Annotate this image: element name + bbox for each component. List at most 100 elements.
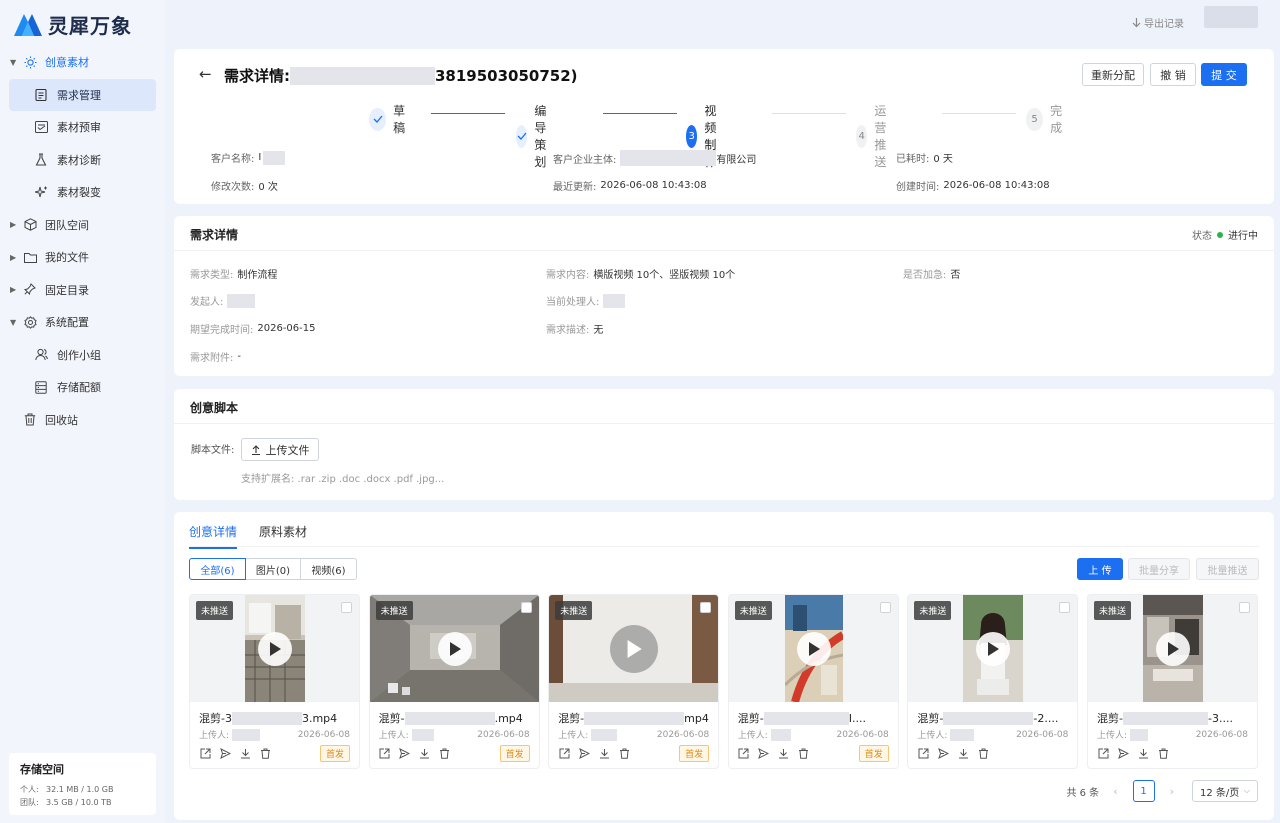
share-out-icon[interactable]: [738, 747, 750, 759]
sidebar-item-3[interactable]: 素材诊断: [0, 144, 165, 177]
sidebar-item-11[interactable]: 回收站: [0, 404, 165, 437]
video-thumbnail[interactable]: 未推送: [190, 595, 359, 702]
users-icon: [34, 348, 48, 362]
video-filename[interactable]: 混剪-3 3.mp4: [199, 710, 337, 726]
video-thumbnail[interactable]: 未推送: [549, 595, 719, 702]
redacted-block: [290, 66, 435, 85]
share-out-icon[interactable]: [199, 747, 211, 759]
sidebar-item-5[interactable]: ▶ 团队空间: [0, 209, 165, 242]
video-filename[interactable]: 混剪-mp4: [558, 710, 709, 726]
share-out-icon[interactable]: [379, 747, 391, 759]
send-icon[interactable]: [758, 747, 770, 759]
share-out-icon[interactable]: [558, 747, 570, 759]
sidebar-item-10[interactable]: 存储配额: [0, 371, 165, 404]
filter-videos[interactable]: 视频(6): [300, 558, 357, 580]
play-icon[interactable]: [610, 625, 659, 673]
video-thumbnail[interactable]: 未推送: [1088, 595, 1257, 702]
storage-team-label: 团队:: [20, 798, 39, 807]
video-card[interactable]: 未推送混剪- -2.... 上传人: 2026-06-08: [907, 594, 1079, 769]
prev-page-icon[interactable]: ‹: [1113, 785, 1117, 798]
video-filename[interactable]: 混剪- -2....: [917, 710, 1058, 726]
download-icon[interactable]: [419, 747, 431, 759]
sidebar-item-0[interactable]: ▼ 创意素材: [0, 46, 165, 79]
step-connector: [603, 113, 677, 114]
video-card[interactable]: 未推送 混剪-mp4 上传人: 2026-06-08 首发: [548, 594, 720, 769]
download-icon[interactable]: [778, 747, 790, 759]
download-icon[interactable]: [239, 747, 251, 759]
delete-icon[interactable]: [618, 747, 630, 759]
select-checkbox[interactable]: [1059, 602, 1071, 613]
select-checkbox[interactable]: [879, 602, 891, 613]
first-release-badge: 首发: [319, 745, 350, 762]
submit-button[interactable]: 提 交: [1201, 63, 1247, 86]
delete-icon[interactable]: [259, 747, 271, 759]
sidebar-item-7[interactable]: ▶ 固定目录: [0, 274, 165, 307]
sidebar-item-1[interactable]: 需求管理: [9, 78, 156, 111]
select-checkbox[interactable]: [520, 602, 532, 613]
download-icon[interactable]: [598, 747, 610, 759]
delete-icon[interactable]: [798, 747, 810, 759]
select-checkbox[interactable]: [341, 602, 352, 613]
page-size-select[interactable]: 12 条/页 ⌵: [1192, 780, 1258, 802]
sidebar-item-4[interactable]: 素材裂变: [0, 176, 165, 209]
batch-share-button[interactable]: 批量分享: [1128, 558, 1190, 580]
total-count: 共 6 条: [1066, 787, 1100, 799]
video-filename[interactable]: 混剪- I....: [738, 710, 866, 726]
share-out-icon[interactable]: [1097, 747, 1109, 759]
download-icon[interactable]: [957, 747, 969, 759]
play-icon[interactable]: [796, 632, 831, 666]
step-ops-push: 4 运营推送: [856, 102, 898, 170]
video-card[interactable]: 未推送 混剪- -3.... 上传人: 2026-06-08: [1087, 594, 1258, 769]
send-icon[interactable]: [1117, 747, 1129, 759]
user-avatar[interactable]: [1204, 6, 1258, 28]
play-icon[interactable]: [1156, 632, 1190, 666]
send-icon[interactable]: [399, 747, 411, 759]
video-card[interactable]: 未推送 混剪- .mp4 上传人: 2026-06-08 首发: [368, 594, 540, 769]
delete-icon[interactable]: [1157, 747, 1169, 759]
upload-file-button[interactable]: 上传文件: [241, 438, 319, 461]
video-thumbnail[interactable]: 未推送: [369, 595, 539, 702]
delete-icon[interactable]: [439, 747, 451, 759]
video-thumbnail[interactable]: 未推送: [728, 595, 898, 702]
next-page-icon[interactable]: ›: [1170, 785, 1174, 798]
reassign-button[interactable]: 重新分配: [1082, 63, 1144, 86]
select-checkbox[interactable]: [1239, 602, 1250, 613]
page-1-button[interactable]: 1: [1132, 780, 1155, 802]
app-logo[interactable]: 灵犀万象: [14, 10, 132, 39]
filter-all[interactable]: 全部(6): [189, 558, 246, 580]
share-out-icon[interactable]: [917, 747, 929, 759]
video-card[interactable]: 未推送 混剪- I.... 上传人: 2026-06-08 首发: [727, 594, 899, 769]
status-dot-icon: [1217, 231, 1223, 238]
play-icon[interactable]: [258, 632, 292, 666]
send-icon[interactable]: [219, 747, 231, 759]
batch-push-button[interactable]: 批量推送: [1196, 558, 1259, 580]
video-thumbnail[interactable]: 未推送: [908, 595, 1078, 702]
upload-button[interactable]: 上 传: [1077, 558, 1123, 580]
video-card[interactable]: 未推送 混剪-3 3.mp4 上传人: 2026-06-08 首发: [189, 594, 360, 769]
trash-icon: [23, 413, 37, 427]
back-arrow-icon[interactable]: ←: [199, 65, 212, 83]
play-icon[interactable]: [437, 632, 472, 666]
send-icon[interactable]: [937, 747, 949, 759]
revoke-button[interactable]: 撤 销: [1150, 63, 1196, 86]
video-meta: 上传人: 2026-06-08: [917, 728, 1069, 741]
export-records-link[interactable]: 导出记录: [1132, 15, 1184, 30]
demand-attachment: 需求附件: -: [190, 351, 241, 364]
delete-icon[interactable]: [977, 747, 989, 759]
first-release-badge: 首发: [499, 745, 530, 762]
filter-images[interactable]: 图片(0): [245, 558, 301, 580]
sidebar-item-2[interactable]: 素材预审: [0, 111, 165, 144]
caret-right-icon: ▶: [10, 252, 17, 262]
page-title-prefix: 需求详情:: [224, 67, 290, 85]
send-icon[interactable]: [578, 747, 590, 759]
assets-card: 创意详情 原料素材 全部(6) 图片(0) 视频(6) 上 传 批量分享 批量推…: [174, 512, 1274, 820]
select-checkbox[interactable]: [700, 602, 712, 613]
sidebar-item-9[interactable]: 创作小组: [0, 339, 165, 372]
sidebar-item-6[interactable]: ▶ 我的文件: [0, 241, 165, 274]
video-filename[interactable]: 混剪- .mp4: [379, 710, 523, 726]
video-filename[interactable]: 混剪- -3....: [1097, 710, 1233, 726]
download-icon[interactable]: [1137, 747, 1149, 759]
sidebar-item-8[interactable]: ▼ 系统配置: [0, 306, 165, 339]
database-icon: [34, 380, 48, 394]
demand-section-title: 需求详情: [190, 228, 239, 242]
